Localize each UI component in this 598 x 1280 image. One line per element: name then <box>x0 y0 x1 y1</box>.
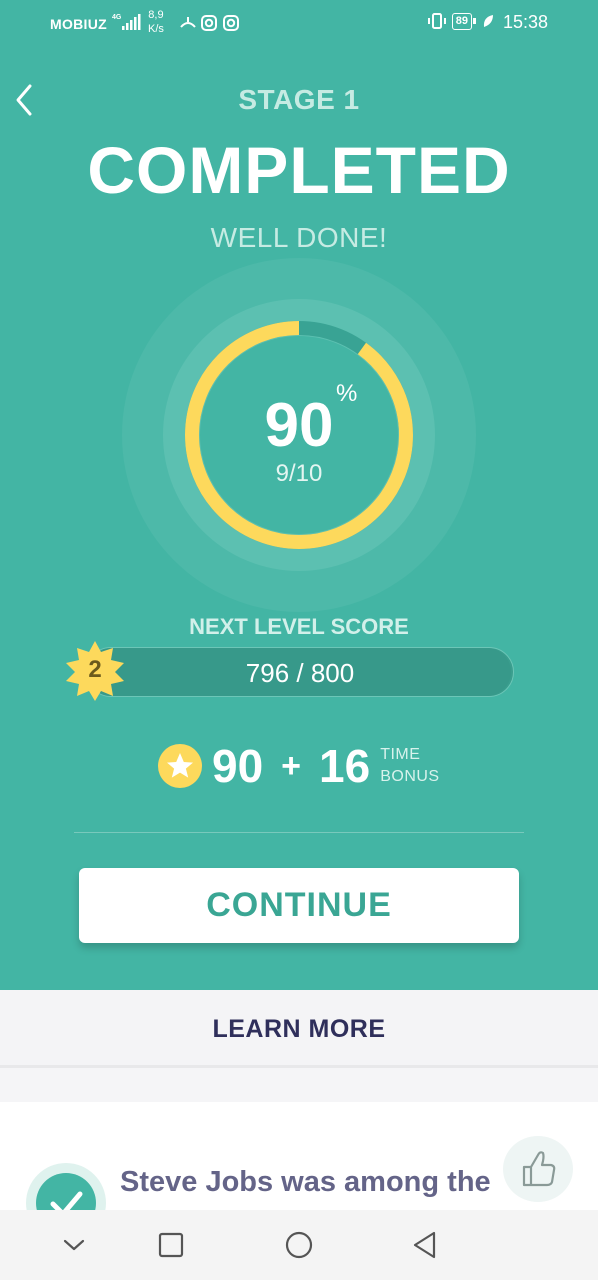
time-bonus-value: 16 <box>319 740 371 792</box>
nav-collapse-button[interactable] <box>59 1230 89 1260</box>
bonus-label-line-1: TIME <box>380 746 421 763</box>
nav-home-button[interactable] <box>284 1230 314 1260</box>
percent-sign: % <box>336 380 358 407</box>
page-title: COMPLETED <box>87 133 511 207</box>
nav-recents-button[interactable] <box>156 1230 186 1260</box>
next-level-progress-bar: 796 / 800 <box>86 647 514 697</box>
subtitle: WELL DONE! <box>210 222 388 253</box>
status-right: 89 <box>427 12 494 30</box>
plus-sign: + <box>281 746 302 785</box>
triangle-back-icon <box>413 1231 436 1259</box>
speed-value: 8,9 <box>148 9 164 21</box>
correct-fraction: 9/10 <box>275 460 323 487</box>
thumbs-up-icon <box>522 1151 556 1187</box>
svg-text:4G: 4G <box>112 14 122 21</box>
next-level-title: NEXT LEVEL SCORE <box>189 614 409 639</box>
square-icon <box>158 1232 184 1258</box>
clock: 15:38 <box>502 12 548 32</box>
notification-icons <box>178 13 244 38</box>
progress-bar-text: 796 / 800 <box>245 658 355 688</box>
network-speed: 8,9 K/s <box>148 8 164 36</box>
percent-value: 90 <box>264 391 334 460</box>
chevron-down-icon <box>63 1239 85 1251</box>
speed-unit: K/s <box>148 23 164 35</box>
status-bar: MOBIUZ 4G 8,9 K/s 89 15:38 <box>0 0 598 46</box>
level-number: 2 <box>88 656 102 683</box>
continue-button[interactable]: CONTINUE <box>79 868 519 943</box>
score-summary: 90 + 16 TIME BONUS <box>158 738 440 794</box>
section-spacer <box>0 1068 598 1102</box>
divider <box>74 832 524 833</box>
points-value: 90 <box>212 740 264 792</box>
bonus-label-line-2: BONUS <box>380 768 440 785</box>
star-icon <box>158 744 202 788</box>
stage-label: STAGE 1 <box>238 84 360 115</box>
circle-icon <box>285 1231 313 1259</box>
time-bonus-label: TIME BONUS <box>380 744 439 788</box>
like-button[interactable] <box>503 1136 573 1202</box>
leaf-icon <box>483 15 493 27</box>
nav-back-button[interactable] <box>410 1230 440 1260</box>
carrier-name: MOBIUZ <box>50 16 108 32</box>
signal-icon: 4G <box>112 12 142 37</box>
learn-more-button[interactable]: LEARN MORE <box>0 990 598 1068</box>
battery-level: 89 <box>451 12 477 30</box>
vibrate-icon <box>427 13 446 29</box>
system-nav-bar <box>0 1210 598 1280</box>
